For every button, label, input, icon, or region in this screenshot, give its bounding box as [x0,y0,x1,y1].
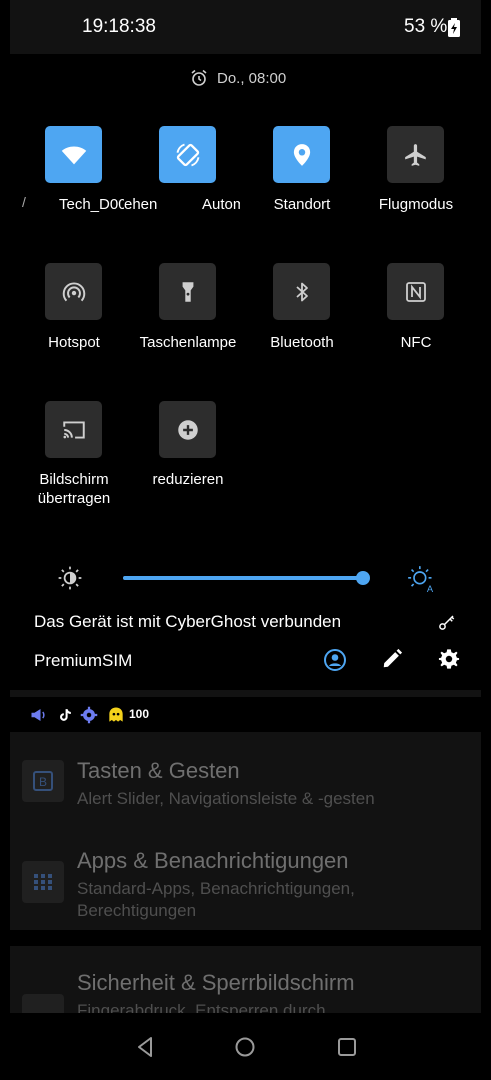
cast-icon [62,420,85,439]
tile-cast-label: Bildschirm übertragen [37,471,111,507]
svg-text:A: A [427,584,434,593]
brightness-fill [123,576,363,580]
wifi-icon [61,146,86,164]
setting-title: Tasten & Gesten [77,758,240,783]
flashlight-icon [182,281,193,302]
setting-item-sicherheit[interactable]: Sicherheit & Sperrbildschirm Fingerabdru… [0,962,491,1013]
lock-icon [22,994,64,1013]
back-icon[interactable] [133,1035,157,1064]
tile-bluetooth[interactable] [273,263,330,320]
tile-autorotate-label: Autom [202,196,240,213]
tile-hotspot[interactable] [45,263,102,320]
tile-wifi[interactable] [45,126,102,183]
setting-title: Apps & Benachrichtigungen [77,848,349,873]
gear-badge-icon [80,706,98,729]
tile-hotspot-label: Hotspot [48,334,100,351]
quick-settings-panel: Do., 08:00 / Tech_D00 ehen Autom Standor… [10,54,481,690]
apps-grid-icon [22,861,64,903]
bluetooth-icon [295,282,308,301]
tile-location[interactable] [273,126,330,183]
navigation-bar [0,1013,491,1080]
notification-icons-strip: 100 [10,697,481,732]
tile-flashlight[interactable] [159,263,216,320]
clock: 19:18:38 [82,16,156,37]
tile-location-label: Standort [273,196,331,213]
ghost-label-left: / [22,194,26,210]
tiktok-icon [58,707,72,728]
tile-nfc-label: NFC [400,334,432,351]
svg-text:B: B [39,775,47,789]
hotspot-icon [62,281,85,301]
carrier-name: PremiumSIM [34,651,133,670]
tile-autorotate[interactable] [159,126,216,183]
notification-count: 100 [129,707,150,721]
button-icon: B [22,760,64,802]
edit-icon[interactable] [381,648,403,675]
alarm-clock-icon [190,69,208,92]
megaphone-icon [30,706,48,729]
brightness-slider[interactable] [123,571,370,585]
brightness-thumb[interactable] [356,571,370,585]
setting-subtitle: Fingerabdruck, Entsperren durch [77,1001,326,1013]
user-icon[interactable] [323,648,347,677]
home-icon[interactable] [233,1035,257,1064]
nfc-icon [405,281,426,302]
key-icon [438,613,456,636]
ghost-label: ehen [124,196,158,213]
tile-data-saver[interactable] [159,401,216,458]
setting-title: Sicherheit & Sperrbildschirm [77,970,355,995]
tile-airplane[interactable] [387,126,444,183]
tile-nfc[interactable] [387,263,444,320]
tile-data-saver-label: reduzieren [152,471,224,488]
tile-bluetooth-label: Bluetooth [270,334,334,351]
data-saver-icon [177,419,198,440]
vpn-status-text[interactable]: Das Gerät ist mit CyberGhost verbunden [34,612,341,632]
cyberghost-icon [106,705,126,730]
auto-rotate-icon [176,143,199,166]
tile-airplane-label: Flugmodus [378,196,454,213]
setting-subtitle: Standard-Apps, Benachrichtigungen, Berec… [77,879,355,920]
brightness-low-icon [57,565,83,596]
airplane-icon [404,143,426,166]
setting-item-tasten[interactable]: B Tasten & Gesten Alert Slider, Navigati… [0,750,491,820]
battery-icon [447,18,461,43]
auto-brightness-icon[interactable]: A [407,565,435,598]
tile-flashlight-label: Taschenlampe [139,334,237,351]
location-pin-icon [293,143,310,166]
tile-wifi-label: Tech_D00 [59,196,124,213]
next-alarm-text[interactable]: Do., 08:00 [217,70,286,87]
setting-subtitle: Alert Slider, Navigationsleiste & -geste… [77,789,375,808]
battery-percent: 53 % [404,16,448,37]
recents-icon[interactable] [335,1035,359,1064]
setting-item-apps[interactable]: Apps & Benachrichtigungen Standard-Apps,… [0,840,491,930]
settings-icon[interactable] [438,648,460,675]
tile-cast[interactable] [45,401,102,458]
